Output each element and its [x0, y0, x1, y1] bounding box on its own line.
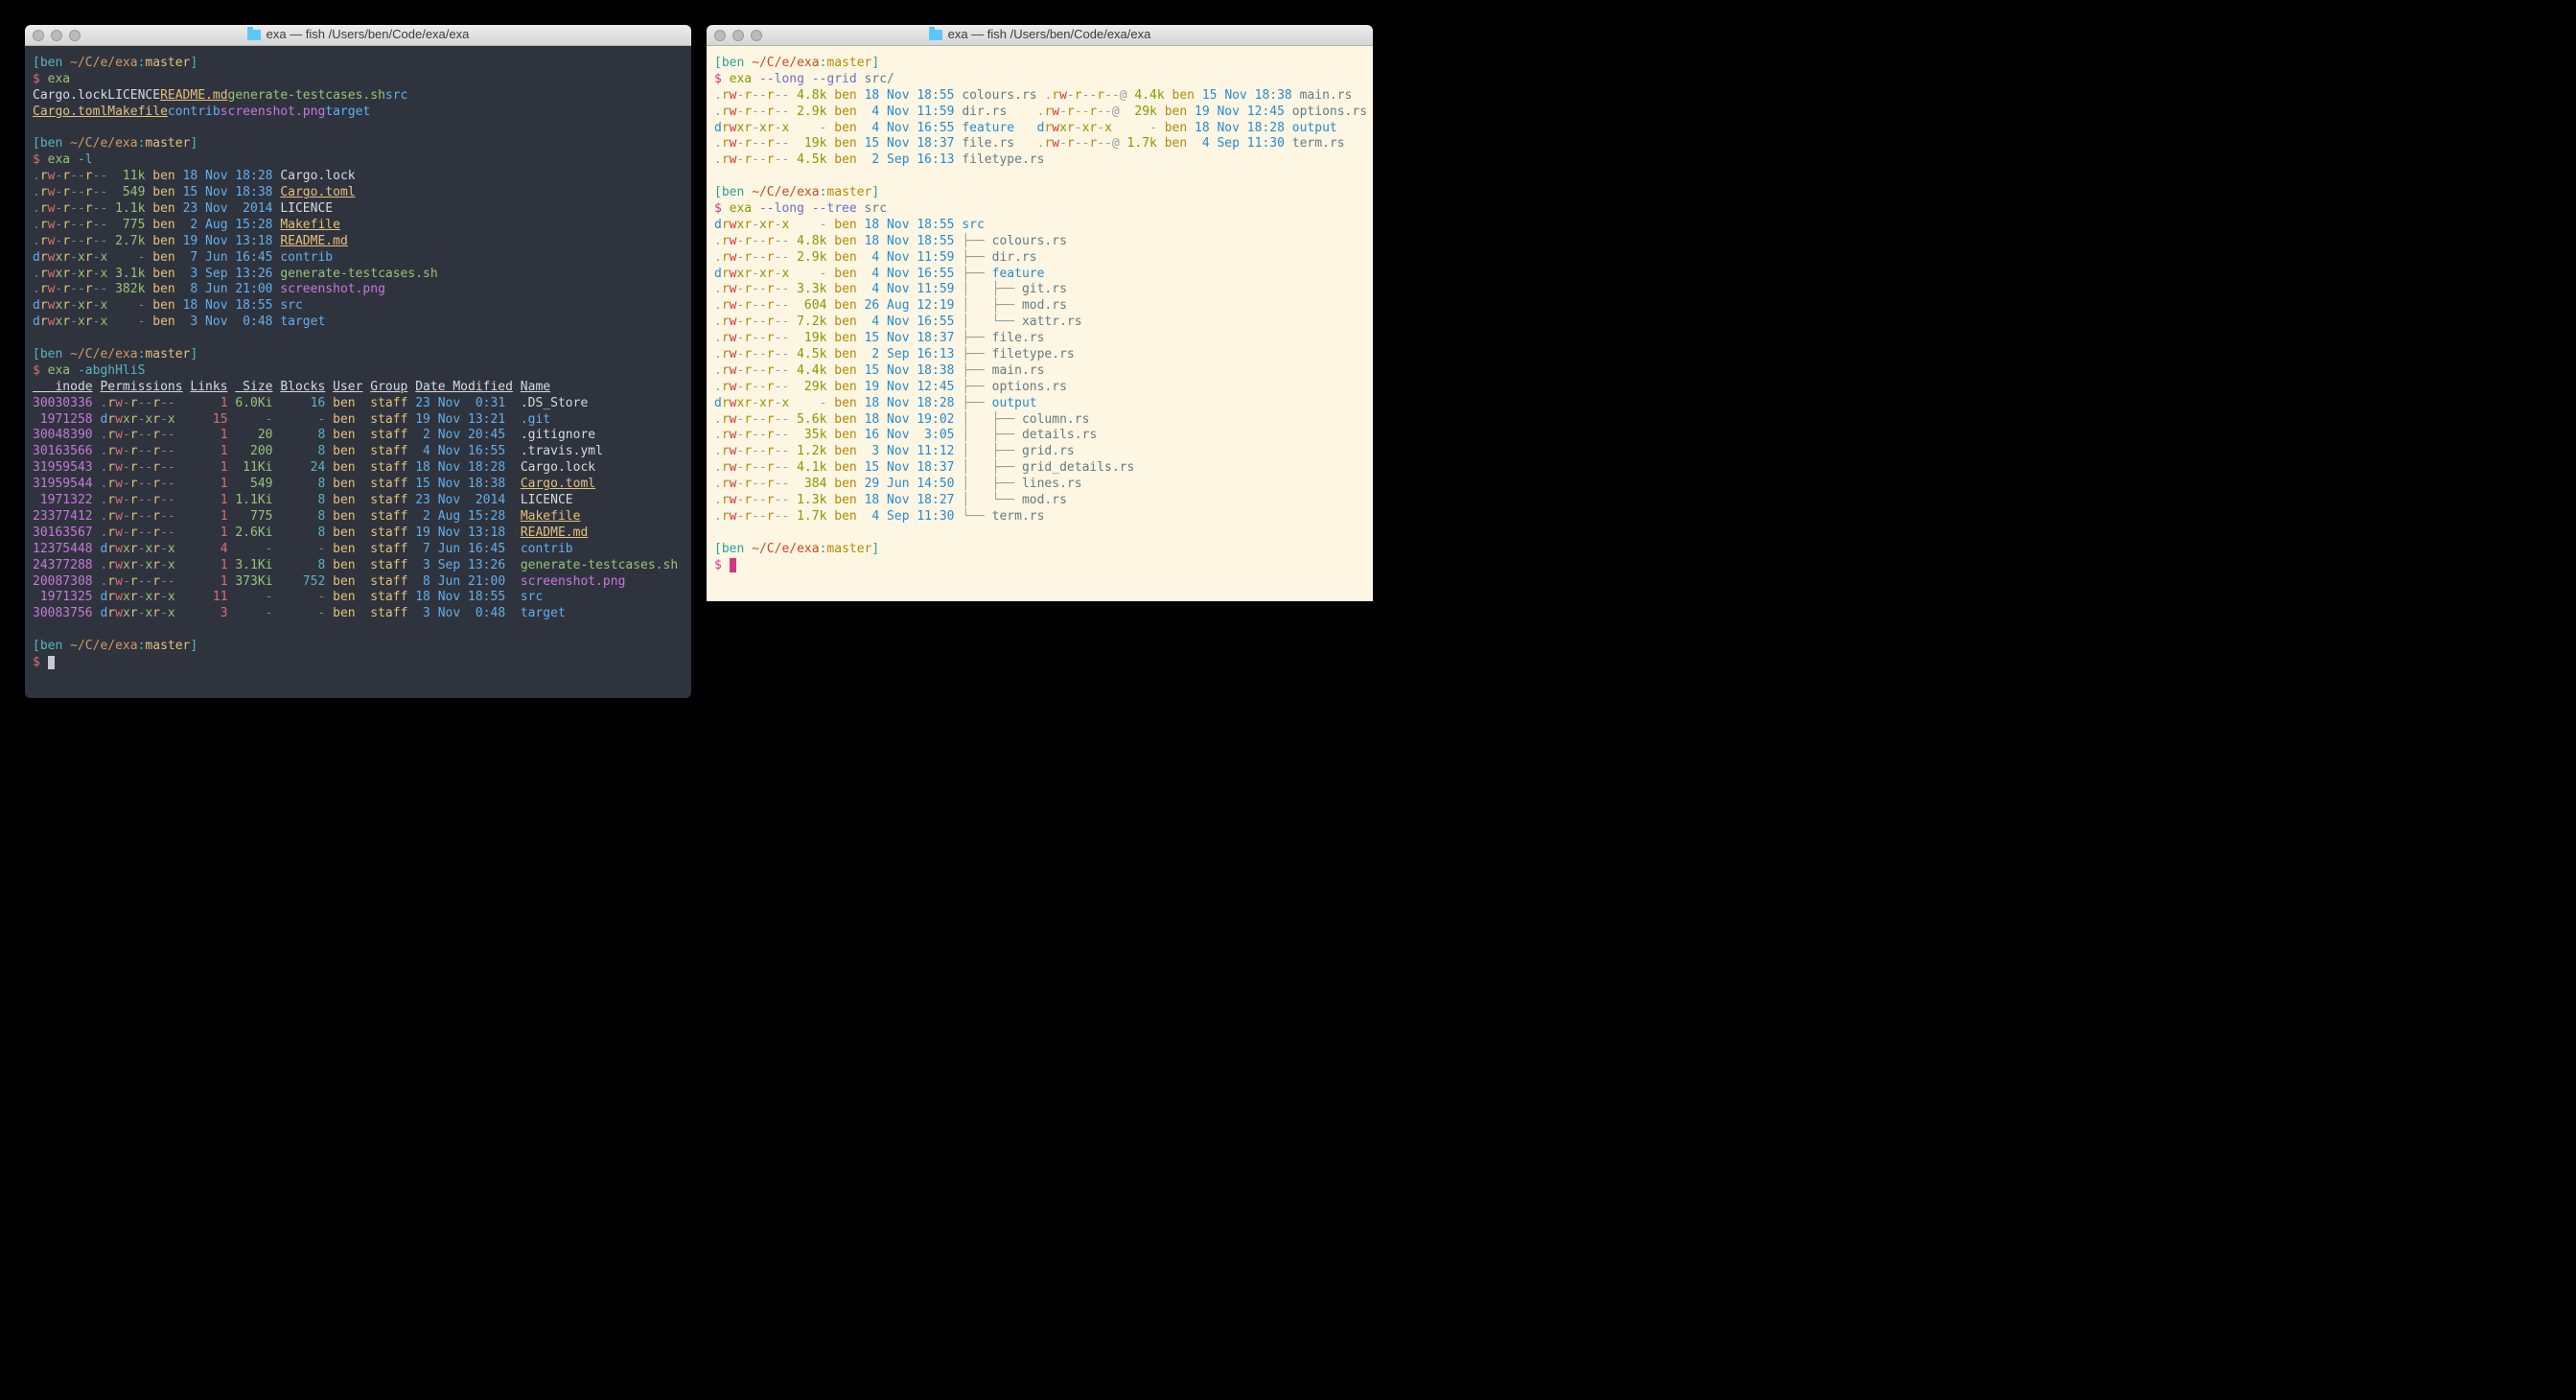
minimize-icon[interactable]	[732, 30, 744, 41]
window-title: exa — fish /Users/ben/Code/exa/exa	[707, 27, 1373, 43]
traffic-lights	[714, 30, 762, 41]
window-title: exa — fish /Users/ben/Code/exa/exa	[25, 27, 691, 43]
folder-icon	[929, 30, 942, 40]
terminal-window-light: exa — fish /Users/ben/Code/exa/exa [ben …	[707, 25, 1373, 698]
titlebar: exa — fish /Users/ben/Code/exa/exa	[25, 25, 691, 46]
window-title-text: exa — fish /Users/ben/Code/exa/exa	[948, 27, 1151, 43]
folder-icon	[247, 30, 261, 40]
terminal-output-dark[interactable]: [ben ~/C/e/exa:master] $ exa Cargo.lockL…	[25, 46, 691, 698]
terminal-window-dark: exa — fish /Users/ben/Code/exa/exa [ben …	[25, 25, 691, 698]
window-title-text: exa — fish /Users/ben/Code/exa/exa	[267, 27, 470, 43]
terminal-output-light[interactable]: [ben ~/C/e/exa:master] $ exa --long --gr…	[707, 46, 1373, 601]
minimize-icon[interactable]	[51, 30, 62, 41]
zoom-icon[interactable]	[69, 30, 81, 41]
traffic-lights	[33, 30, 81, 41]
close-icon[interactable]	[714, 30, 726, 41]
close-icon[interactable]	[33, 30, 44, 41]
titlebar: exa — fish /Users/ben/Code/exa/exa	[707, 25, 1373, 46]
zoom-icon[interactable]	[751, 30, 762, 41]
